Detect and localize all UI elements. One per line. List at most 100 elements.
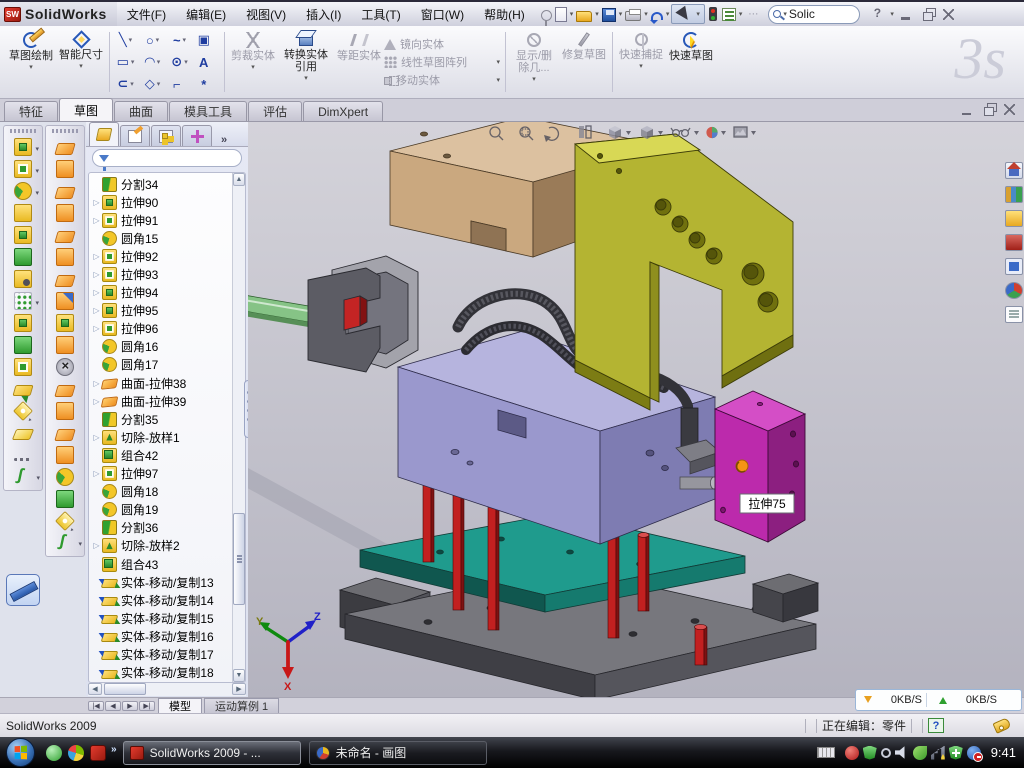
360-shield[interactable] xyxy=(863,746,877,760)
toolbar-button[interactable]: ▾ xyxy=(56,378,74,400)
tree-horizontal-scrollbar[interactable]: ◀ ▶ xyxy=(88,683,246,696)
toolbar-button[interactable]: ▾ xyxy=(56,312,74,334)
appearances-scenes[interactable] xyxy=(1005,282,1023,299)
toolbar-button-caret[interactable]: ▾ xyxy=(36,474,40,482)
sketch-entity-caret[interactable]: ▾ xyxy=(131,58,135,66)
toolbar-button[interactable]: ▾ xyxy=(14,136,32,158)
commandmanager-tab[interactable]: 曲面 xyxy=(114,101,168,121)
start-button[interactable] xyxy=(6,738,35,767)
tree-item[interactable]: ▷ 拉伸97 xyxy=(89,465,232,483)
quick-snaps-button[interactable]: 快速捕捉 ▾ xyxy=(616,28,666,96)
options-list-icon[interactable] xyxy=(722,8,736,21)
model-canvas[interactable]: Y Z X 拉伸75 xyxy=(248,122,1024,697)
toolbar-button[interactable]: ▾ xyxy=(14,378,32,400)
tree-item[interactable]: ▷ 实体-移动/复制17 xyxy=(89,645,232,663)
tree-item[interactable]: ▷ 实体-移动/复制14 xyxy=(89,591,232,609)
sketch-entity-caret[interactable]: ▾ xyxy=(157,58,161,66)
tree-item[interactable]: ▷ 切除-放样2 xyxy=(89,537,232,555)
sketch-caret[interactable]: ▾ xyxy=(29,62,33,74)
graphics-viewport[interactable]: Y Z X 拉伸75 xyxy=(248,122,1024,697)
doc-tab[interactable]: 运动算例 1 xyxy=(204,698,279,713)
dimxpertmanager-tab[interactable] xyxy=(182,125,212,146)
menu-item[interactable]: 编辑(E) xyxy=(176,3,236,26)
sketch-entity-button[interactable]: * ▾ xyxy=(194,73,221,95)
doc-tab-nav-button[interactable]: ◀ xyxy=(105,701,121,711)
sketch-entity-button[interactable]: ⊙ ▾ xyxy=(167,51,194,73)
toolbar-button[interactable]: ▾ xyxy=(14,180,32,202)
toolbar-button[interactable]: ▾ xyxy=(14,290,32,312)
save-caret[interactable]: ▾ xyxy=(619,10,623,18)
hscroll-thumb[interactable] xyxy=(104,683,146,695)
tree-item[interactable]: ▷ 组合42 xyxy=(89,446,232,464)
toolbar-button[interactable]: ▾ xyxy=(14,312,32,334)
new-caret[interactable]: ▾ xyxy=(570,10,574,18)
search-input[interactable]: Solic xyxy=(789,7,815,21)
menu-item[interactable]: 帮助(H) xyxy=(474,3,535,26)
propertymanager-tab[interactable] xyxy=(120,125,150,146)
tree-item[interactable]: ▷ 实体-移动/复制16 xyxy=(89,627,232,645)
tree-item[interactable]: ▷ 拉伸91 xyxy=(89,211,232,229)
network-speed-widget[interactable]: 0KB/S 0KB/S xyxy=(855,689,1022,711)
network-warning[interactable] xyxy=(931,746,945,760)
input-method[interactable] xyxy=(913,746,927,760)
tree-item[interactable]: ▷ 切除-放样1 xyxy=(89,428,232,446)
health-shield[interactable] xyxy=(949,746,963,760)
featuremanager-tab[interactable] xyxy=(89,122,119,146)
convert-caret[interactable]: ▾ xyxy=(304,73,308,85)
toolbar-button[interactable]: ▾ xyxy=(14,224,32,246)
undo-caret[interactable]: ▾ xyxy=(666,10,670,18)
new-document-button[interactable] xyxy=(555,7,567,22)
tree-item[interactable]: ▷ 实体-移动/复制18 xyxy=(89,664,232,682)
tree-item[interactable]: ▷ 圆角15 xyxy=(89,229,232,247)
task-button[interactable]: 未命名 - 画图 xyxy=(309,741,487,765)
menu-item[interactable]: 文件(F) xyxy=(117,3,176,26)
tree-item[interactable]: ▷ 曲面-拉伸39 xyxy=(89,392,232,410)
sketch-entity-button[interactable]: ◠ ▾ xyxy=(140,51,167,73)
solidworks-resources[interactable] xyxy=(1005,162,1023,179)
toolbar-button[interactable]: ▾ xyxy=(14,356,32,378)
toolbar-button-caret[interactable]: ▾ xyxy=(78,540,82,548)
menu-item[interactable]: 窗口(W) xyxy=(411,3,474,26)
apply-scene-icon[interactable] xyxy=(734,127,756,137)
sketch-entity-button[interactable]: ~ ▾ xyxy=(167,29,194,51)
trim-entities-button[interactable]: 剪裁实体 ▾ xyxy=(228,28,278,96)
part-slide-block-magenta[interactable] xyxy=(715,391,805,542)
toolbar-button-caret[interactable]: ▾ xyxy=(35,167,39,175)
expand-arrow-icon[interactable]: ▷ xyxy=(91,288,102,297)
print-button[interactable] xyxy=(625,11,641,21)
toolbar-button[interactable]: ▾ xyxy=(14,202,32,224)
sketch-entity-caret[interactable]: ▾ xyxy=(157,80,161,88)
tree-item[interactable]: ▷ 圆角17 xyxy=(89,356,232,374)
commandmanager-tab[interactable]: DimXpert xyxy=(303,101,383,121)
task-button[interactable]: SolidWorks 2009 - ... xyxy=(123,741,301,765)
doc-tab-nav-button[interactable]: ▶ xyxy=(122,701,138,711)
expand-arrow-icon[interactable]: ▷ xyxy=(91,198,102,207)
toolbar-button[interactable]: ▾ xyxy=(14,334,32,356)
tree-item[interactable]: ▷ 分割36 xyxy=(89,519,232,537)
help-button[interactable]: ? xyxy=(869,8,885,21)
toolbar-button[interactable]: ▾ xyxy=(56,224,74,246)
toolbar-button[interactable]: ▾ xyxy=(56,422,74,444)
expand-arrow-icon[interactable]: ▷ xyxy=(91,541,102,550)
toolbar-button[interactable]: ▾ xyxy=(56,202,74,224)
repair-sketch-button[interactable]: 修复草图 xyxy=(559,28,609,96)
toolbar-button[interactable]: ▾ xyxy=(56,334,74,356)
quick-launch-chevron[interactable]: » xyxy=(111,744,117,755)
sketch-entity-caret[interactable]: ▾ xyxy=(156,36,160,44)
select-caret[interactable]: ▾ xyxy=(696,10,700,18)
tree-item[interactable]: ▷ 圆角18 xyxy=(89,483,232,501)
smart-dimension-button[interactable]: 智能尺寸 ▾ xyxy=(56,28,106,96)
expand-arrow-icon[interactable]: ▷ xyxy=(91,252,102,261)
toolbar-button[interactable]: ▾ xyxy=(56,532,74,554)
toolbar-drag-handle[interactable] xyxy=(52,129,78,133)
doc-restore-button[interactable] xyxy=(982,103,998,116)
toolbar-button[interactable]: ▾ xyxy=(56,290,74,312)
move-entities-caret[interactable]: ▾ xyxy=(496,76,500,84)
undo-button[interactable] xyxy=(651,12,663,20)
menu-item[interactable]: 插入(I) xyxy=(296,3,351,26)
open-button[interactable] xyxy=(576,11,592,22)
close-button[interactable] xyxy=(943,9,954,20)
toolbar-button-caret[interactable]: ▾ xyxy=(35,299,39,307)
toolbar-button[interactable]: ▾ xyxy=(56,444,74,466)
tree-item[interactable]: ▷ 圆角16 xyxy=(89,338,232,356)
